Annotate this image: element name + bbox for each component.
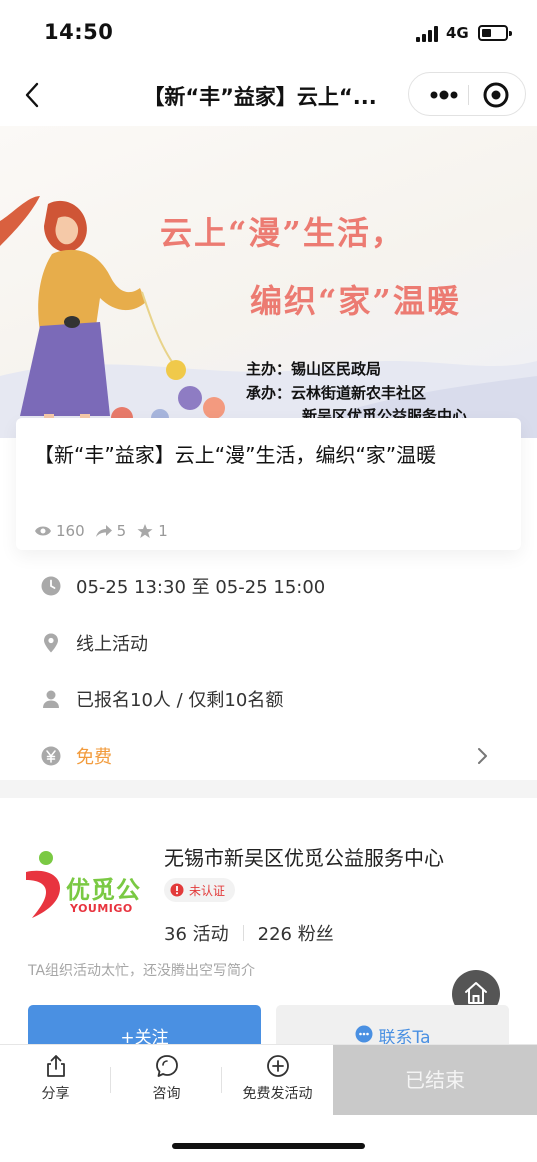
share-label: 分享	[41, 1086, 70, 1102]
organizer-logo-text: 优觅公	[66, 876, 141, 904]
event-banner: 云上“漫”生活， 编织“家”温暖 主办：锡山区民政局 承办：云林街道新农丰社区 …	[0, 126, 537, 438]
event-signup-row: 已报名10人 / 仅剩10名额	[40, 683, 500, 715]
network-type: 4G	[446, 24, 469, 42]
chat-bubble-icon	[355, 1025, 372, 1043]
event-title: 【新“丰”益家】云上“漫”生活，编织“家”温暖	[34, 443, 437, 467]
share-arrow-icon	[95, 525, 112, 537]
chevron-left-icon	[25, 82, 39, 108]
publish-label: 免费发活动	[242, 1086, 313, 1102]
plus-circle-icon	[266, 1055, 289, 1077]
banner-organizer: 承办：云林街道新农丰社区	[246, 384, 427, 402]
organizer-stats: 36 活动 226 粉丝	[164, 920, 334, 946]
event-location-row: 线上活动	[40, 627, 500, 659]
publish-tab[interactable]: 免费发活动	[222, 1045, 333, 1115]
back-button[interactable]	[18, 80, 48, 110]
location-pin-icon	[44, 633, 58, 653]
event-stats: 160 5 1	[34, 522, 178, 540]
clock-icon	[41, 576, 61, 596]
event-title-card: 【新“丰”益家】云上“漫”生活，编织“家”温暖 160 5 1	[16, 418, 521, 550]
share-tab[interactable]: 分享	[0, 1045, 111, 1115]
more-button[interactable]	[419, 73, 469, 117]
event-price-row[interactable]: 免费	[40, 740, 500, 772]
eye-icon	[35, 526, 51, 536]
activity-count: 36 活动	[164, 924, 229, 945]
status-time: 14:50	[44, 20, 114, 44]
more-icon	[430, 90, 458, 100]
organizer-logo[interactable]: 优觅公 YOUMIGO	[24, 850, 150, 920]
organizer-name[interactable]: 无锡市新吴区优觅公益服务中心	[164, 842, 444, 871]
signal-icon	[416, 26, 440, 42]
chat-icon	[155, 1055, 178, 1077]
share-icon	[46, 1055, 65, 1077]
event-time: 05-25 13:30 至 05-25 15:00	[76, 577, 326, 598]
organizer-intro: TA组织活动太忙，还没腾出空写简介	[28, 963, 256, 979]
event-location: 线上活动	[76, 634, 148, 655]
bottom-action-bar: 分享 咨询 免费发活动 已结束	[0, 1044, 537, 1115]
section-divider	[0, 780, 537, 798]
event-time-row: 05-25 13:30 至 05-25 15:00	[40, 570, 500, 602]
yen-icon	[41, 746, 61, 766]
banner-host: 主办：锡山区民政局	[246, 360, 382, 378]
unverified-badge: 未认证	[164, 878, 236, 902]
view-count: 160	[56, 522, 85, 540]
alert-icon	[170, 883, 184, 897]
stats-divider	[242, 925, 244, 941]
home-indicator	[172, 1143, 365, 1149]
consult-label: 咨询	[152, 1086, 181, 1102]
nav-bar: 【新“丰”益家】云上“...	[0, 64, 537, 126]
badge-label: 未认证	[189, 883, 226, 898]
chevron-right-icon	[478, 748, 487, 764]
banner-slogan-line2: 编织“家”温暖	[250, 282, 461, 320]
battery-icon	[478, 25, 512, 41]
mini-program-capsule	[408, 72, 526, 116]
ended-button[interactable]: 已结束	[333, 1045, 537, 1115]
page-title: 【新“丰”益家】云上“...	[143, 85, 377, 109]
target-icon	[483, 82, 509, 108]
capsule-divider	[468, 85, 469, 105]
star-icon	[137, 524, 153, 538]
event-signup: 已报名10人 / 仅剩10名额	[76, 690, 284, 711]
favorite-count: 1	[158, 522, 168, 540]
organizer-logo-sub: YOUMIGO	[70, 902, 133, 915]
home-icon	[465, 982, 487, 1004]
close-mini-program-button[interactable]	[479, 78, 513, 112]
status-bar: 14:50 4G	[0, 0, 537, 64]
fans-count: 226 粉丝	[257, 924, 334, 945]
consult-tab[interactable]: 咨询	[111, 1045, 222, 1115]
event-price: 免费	[76, 747, 112, 768]
banner-slogan-line1: 云上“漫”生活，	[160, 214, 405, 252]
share-count: 5	[116, 522, 127, 540]
person-icon	[43, 690, 59, 708]
